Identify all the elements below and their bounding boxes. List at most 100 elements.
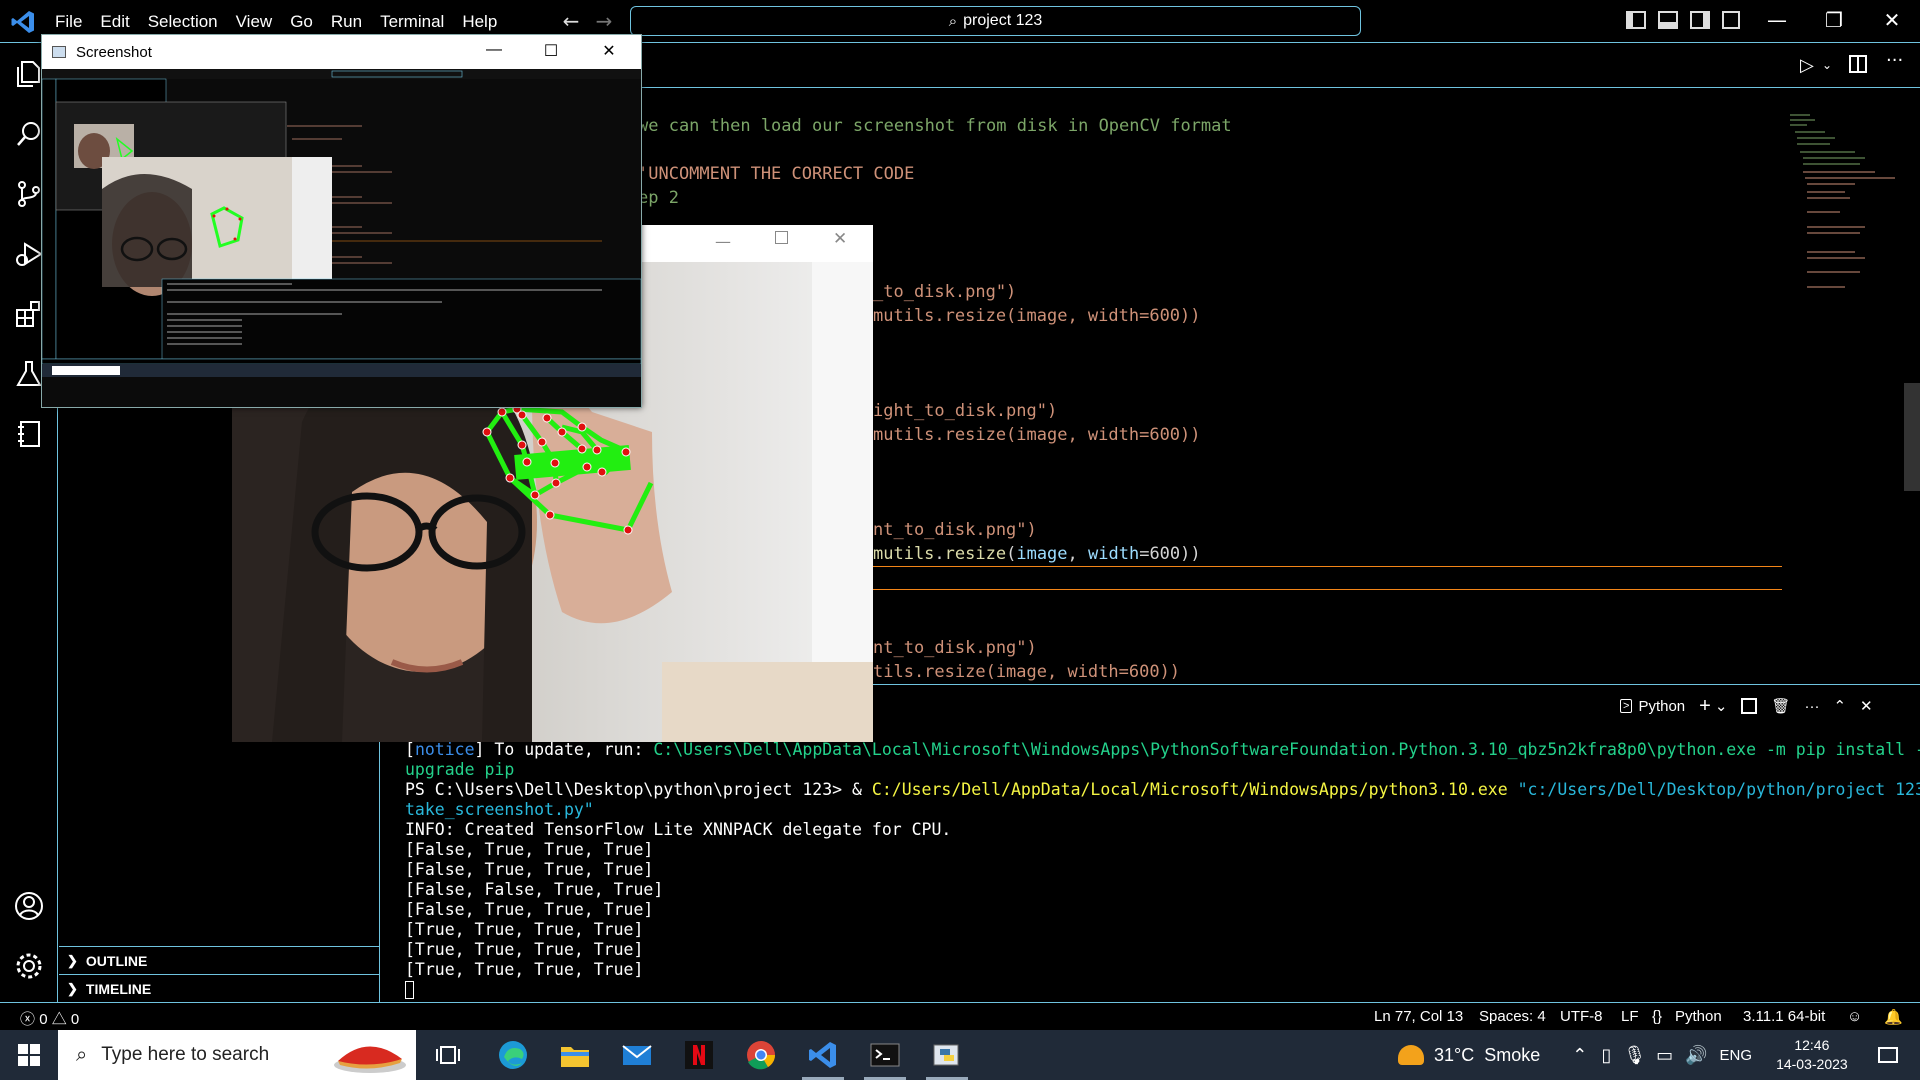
windows-taskbar: ⌕ Type here to search 31°C Smoke ⌃ ▯ 🎙 ▭…	[0, 1030, 1920, 1080]
volume-icon[interactable]: 🔊	[1685, 1045, 1707, 1066]
windows-start-icon[interactable]	[18, 1044, 40, 1066]
weather-sun-icon[interactable]	[1398, 1045, 1424, 1065]
menu-edit[interactable]: Edit	[91, 10, 138, 34]
search-placeholder: Type here to search	[101, 1044, 270, 1065]
screenshot-titlebar[interactable]: Screenshot — ☐ ✕	[42, 35, 641, 69]
task-view-icon[interactable]	[432, 1039, 466, 1071]
code-line: nt_to_disk.png")	[873, 520, 1037, 540]
terminal-line: [False, True, True, True]	[405, 900, 654, 919]
notice-text: To update, run:	[484, 740, 654, 759]
arrow-left-icon[interactable]: ←	[558, 9, 584, 33]
settings-gear-icon[interactable]	[13, 950, 45, 982]
menu-file[interactable]: File	[46, 10, 91, 34]
add-terminal-icon[interactable]: +	[1699, 695, 1711, 718]
code-line: nt_to_disk.png")	[873, 638, 1037, 658]
terminal-toolbar: > Python + ⌄ 🗑 ··· ⌃ ✕	[1620, 694, 1873, 718]
notice-command: C:\Users\Dell\AppData\Local\Microsoft\Wi…	[653, 740, 1920, 759]
weather-text[interactable]: 31°C Smoke	[1434, 1045, 1540, 1066]
device-icon[interactable]: ▯	[1601, 1045, 1611, 1066]
menu-bar: File Edit Selection View Go Run Terminal…	[46, 10, 506, 34]
maximize-icon[interactable]	[775, 231, 788, 244]
code-token: =600))	[1139, 544, 1201, 564]
window-app-icon	[52, 46, 66, 58]
minimize-icon[interactable]: —	[479, 41, 509, 59]
terminal-line: [True, True, True, True]	[405, 940, 644, 959]
chrome-icon[interactable]	[744, 1039, 778, 1071]
netflix-icon[interactable]	[682, 1039, 716, 1071]
language-mode[interactable]: Python	[1675, 1008, 1722, 1025]
indentation[interactable]: Spaces: 4	[1479, 1008, 1546, 1025]
vscode-taskbar-icon[interactable]	[806, 1039, 840, 1071]
chevron-down-icon[interactable]: ⌄	[1715, 697, 1728, 715]
close-panel-icon[interactable]: ✕	[1860, 697, 1873, 715]
minimize-icon[interactable]: —	[715, 232, 731, 251]
more-actions-icon[interactable]: ···	[1886, 50, 1903, 71]
screenshot-image	[42, 69, 641, 407]
maximize-icon[interactable]: ❐	[1819, 8, 1849, 32]
split-editor-icon[interactable]	[1849, 55, 1867, 73]
code-token: mutils	[873, 544, 935, 564]
feedback-icon[interactable]: ☺	[1847, 1008, 1862, 1025]
battery-icon[interactable]: ▭	[1656, 1045, 1673, 1066]
terminal-line: [False, True, True, True]	[405, 840, 654, 859]
terminal-app-icon[interactable]	[868, 1039, 902, 1071]
maximize-panel-icon[interactable]: ⌃	[1833, 697, 1846, 715]
split-terminal-icon[interactable]	[1741, 698, 1758, 714]
menu-view[interactable]: View	[227, 10, 282, 34]
more-actions-icon[interactable]: ···	[1804, 698, 1819, 715]
timeline-section[interactable]: ❯ TIMELINE	[59, 974, 380, 1002]
trash-icon[interactable]: 🗑	[1771, 697, 1790, 715]
maximize-icon[interactable]: ☐	[536, 41, 566, 61]
menu-selection[interactable]: Selection	[139, 10, 227, 34]
minimap[interactable]	[1785, 112, 1905, 312]
code-line: mutils.resize(image, width=600))	[873, 425, 1201, 445]
notebook-icon[interactable]	[13, 418, 45, 450]
script-path: "c:/Users/Dell/Desktop/python/project 12…	[1507, 780, 1920, 799]
vscode-logo-icon	[11, 11, 34, 33]
minimize-icon[interactable]: —	[1762, 8, 1792, 32]
menu-help[interactable]: Help	[453, 10, 506, 34]
close-icon[interactable]: ✕	[833, 229, 847, 249]
chevron-down-icon[interactable]: ⌄	[1822, 58, 1832, 72]
language-indicator[interactable]: ENG	[1720, 1047, 1753, 1064]
end-of-line[interactable]: LF	[1621, 1008, 1639, 1025]
microphone-icon[interactable]: 🎙	[1623, 1045, 1646, 1066]
python-exe-path: C:/Users/Dell/AppData/Local/Microsoft/Wi…	[871, 780, 1508, 799]
encoding[interactable]: UTF-8	[1560, 1008, 1603, 1025]
edge-browser-icon[interactable]	[496, 1039, 530, 1071]
prompt-text: PS C:\Users\Dell\Desktop\python\project …	[405, 780, 872, 799]
terminal-name[interactable]: Python	[1638, 698, 1685, 715]
run-python-file-icon[interactable]: ▷	[1800, 55, 1814, 76]
menu-go[interactable]: Go	[281, 10, 322, 34]
close-icon[interactable]: ✕	[594, 41, 624, 61]
accounts-icon[interactable]	[13, 890, 45, 922]
toggle-panel-icon[interactable]	[1658, 11, 1678, 29]
screenshot-window-title: Screenshot	[76, 43, 152, 61]
outline-section[interactable]: ❯ OUTLINE	[59, 946, 380, 974]
code-line: ight_to_disk.png")	[873, 401, 1058, 421]
close-icon[interactable]: ✕	[1877, 8, 1907, 32]
toggle-primary-sidebar-icon[interactable]	[1626, 11, 1646, 29]
cursor-position[interactable]: Ln 77, Col 13	[1374, 1008, 1463, 1025]
python-interpreter[interactable]: 3.11.1 64-bit	[1743, 1008, 1825, 1025]
editor-scrollbar-thumb[interactable]	[1904, 383, 1920, 491]
menu-run[interactable]: Run	[322, 10, 371, 34]
code-line: 'UNCOMMENT THE CORRECT CODE	[638, 164, 915, 184]
screenshot-window[interactable]: Screenshot — ☐ ✕	[41, 34, 642, 408]
terminal-cursor[interactable]	[405, 981, 414, 999]
terminal-line: [True, True, True, True]	[405, 920, 644, 939]
customize-layout-icon[interactable]	[1722, 11, 1740, 29]
file-explorer-icon[interactable]	[558, 1039, 592, 1071]
chevron-up-icon[interactable]: ⌃	[1572, 1045, 1587, 1066]
problems-indicator[interactable]: ⓧ 0 △ 0	[20, 1008, 79, 1029]
menu-terminal[interactable]: Terminal	[371, 10, 453, 34]
mail-icon[interactable]	[620, 1039, 654, 1071]
command-center[interactable]: ⌕ project 123	[630, 6, 1361, 36]
toggle-secondary-sidebar-icon[interactable]	[1690, 11, 1710, 29]
clock[interactable]: 12:46 14-03-2023	[1776, 1036, 1848, 1074]
notifications-bell-icon[interactable]: 🔔	[1884, 1008, 1903, 1026]
notification-center-icon[interactable]	[1877, 1047, 1898, 1063]
arrow-right-icon[interactable]: →	[591, 9, 617, 33]
python-app-icon[interactable]	[930, 1039, 964, 1071]
taskbar-search-box[interactable]: ⌕ Type here to search	[58, 1030, 416, 1080]
